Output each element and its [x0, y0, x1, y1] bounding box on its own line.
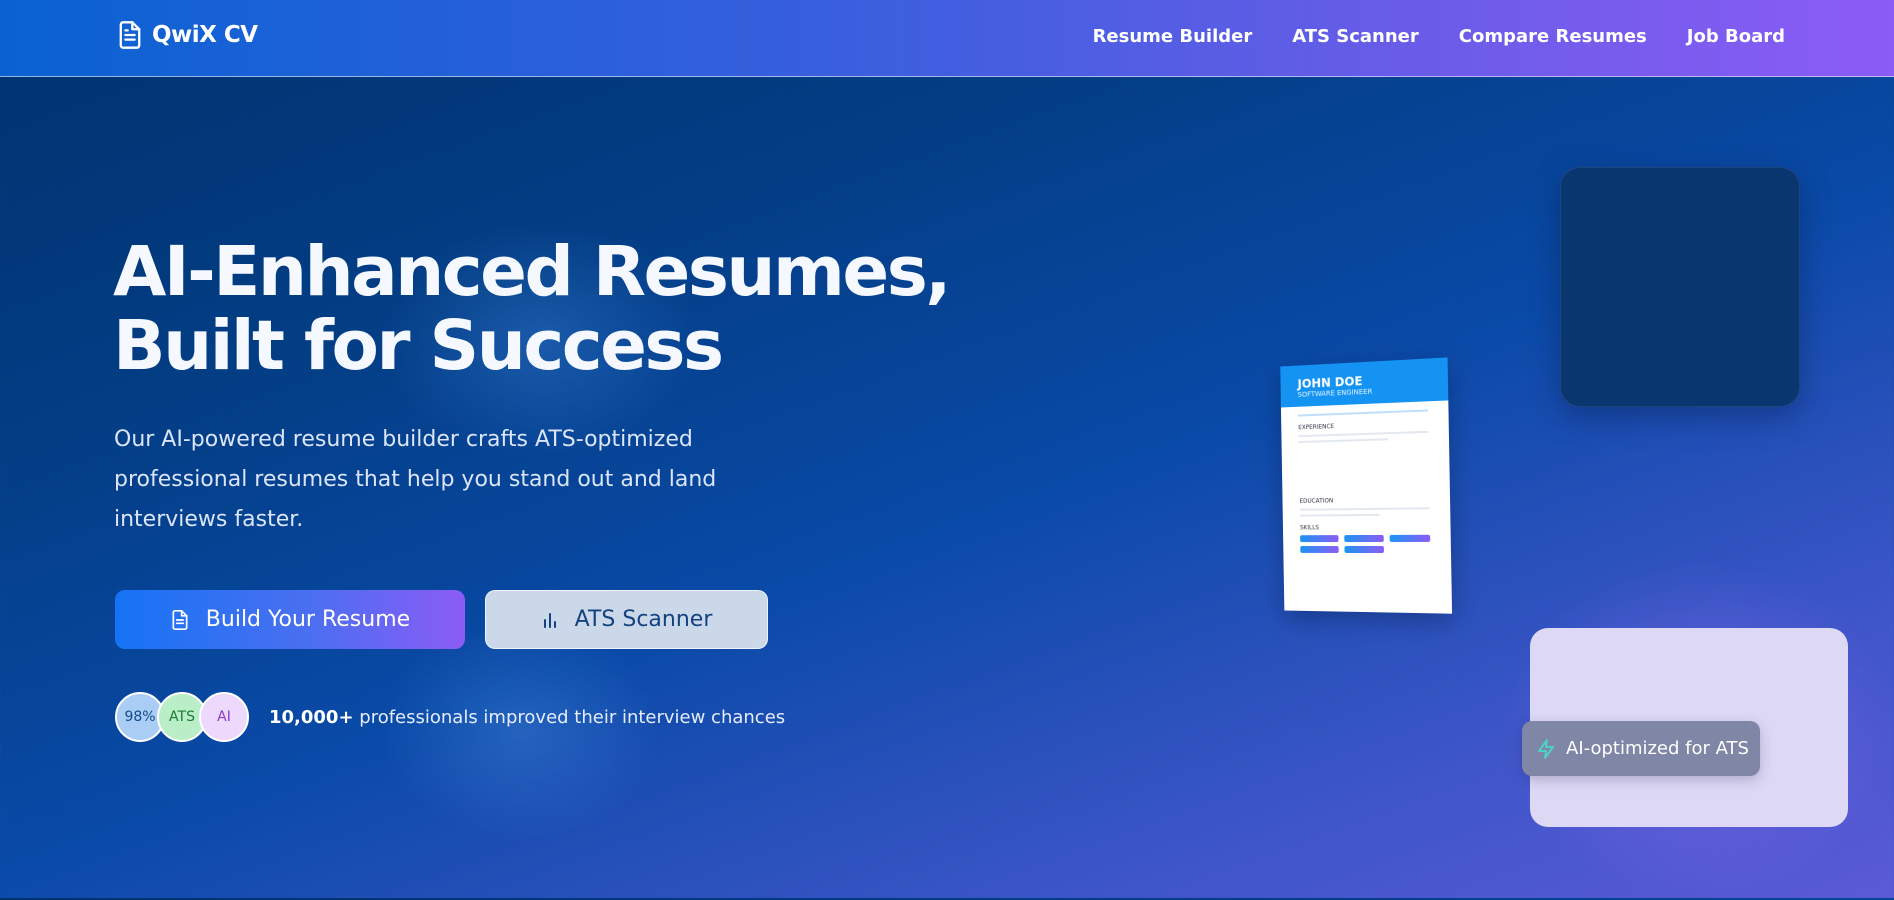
build-resume-label: Build Your Resume — [206, 607, 410, 632]
resume-section-skills: SKILLS — [1300, 523, 1451, 531]
document-icon — [116, 20, 144, 50]
resume-line — [1300, 507, 1430, 510]
hero-description: Our AI-powered resume builder crafts ATS… — [114, 420, 774, 540]
skill-chip — [1344, 535, 1384, 542]
skill-chip — [1300, 535, 1338, 542]
skill-chip — [1344, 546, 1384, 553]
social-proof-text: 10,000+ professionals improved their int… — [269, 707, 785, 728]
social-proof-count: 10,000+ — [269, 707, 354, 728]
resume-section-experience: EXPERIENCE — [1298, 419, 1449, 431]
ats-scanner-label: ATS Scanner — [575, 607, 713, 632]
resume-line — [1298, 431, 1428, 437]
nav-link-resume-builder[interactable]: Resume Builder — [1093, 26, 1253, 47]
nav-link-job-board[interactable]: Job Board — [1687, 26, 1785, 47]
ats-scanner-button[interactable]: ATS Scanner — [485, 590, 768, 649]
bar-chart-icon — [541, 611, 559, 629]
build-resume-button[interactable]: Build Your Resume — [115, 590, 465, 649]
navbar: QwiX CV Resume Builder ATS Scanner Compa… — [0, 0, 1894, 77]
nav-link-compare-resumes[interactable]: Compare Resumes — [1459, 26, 1647, 47]
resume-preview: JOHN DOE SOFTWARE ENGINEER EXPERIENCE ED… — [1280, 357, 1452, 613]
brand-name: QwiX CV — [152, 22, 258, 48]
skill-chip — [1300, 546, 1338, 553]
social-proof-caption: professionals improved their interview c… — [354, 707, 786, 728]
resume-header: JOHN DOE SOFTWARE ENGINEER — [1280, 357, 1448, 407]
badge-group: 98% ATS AI — [115, 692, 241, 742]
nav-links: Resume Builder ATS Scanner Compare Resum… — [1093, 26, 1785, 47]
document-icon — [170, 609, 190, 631]
hero-title: AI-Enhanced Resumes, Built for Success — [113, 235, 1013, 383]
resume-skills — [1300, 535, 1439, 553]
ai-optimized-pill: AI-optimized for ATS — [1522, 721, 1760, 776]
nav-link-ats-scanner[interactable]: ATS Scanner — [1292, 26, 1419, 47]
decorative-card — [1560, 167, 1800, 407]
resume-line — [1298, 438, 1388, 443]
badge-ai: AI — [199, 692, 249, 742]
resume-line — [1300, 514, 1380, 517]
resume-section-education: EDUCATION — [1299, 496, 1450, 505]
social-proof: 98% ATS AI 10,000+ professionals improve… — [115, 692, 785, 742]
hero-title-line-1: AI-Enhanced Resumes, — [113, 235, 1013, 309]
lightning-icon — [1536, 738, 1556, 760]
skill-chip — [1390, 535, 1431, 542]
ai-pill-label: AI-optimized for ATS — [1566, 738, 1749, 759]
brand-logo[interactable]: QwiX CV — [116, 20, 258, 50]
hero-title-line-2: Built for Success — [113, 309, 1013, 383]
